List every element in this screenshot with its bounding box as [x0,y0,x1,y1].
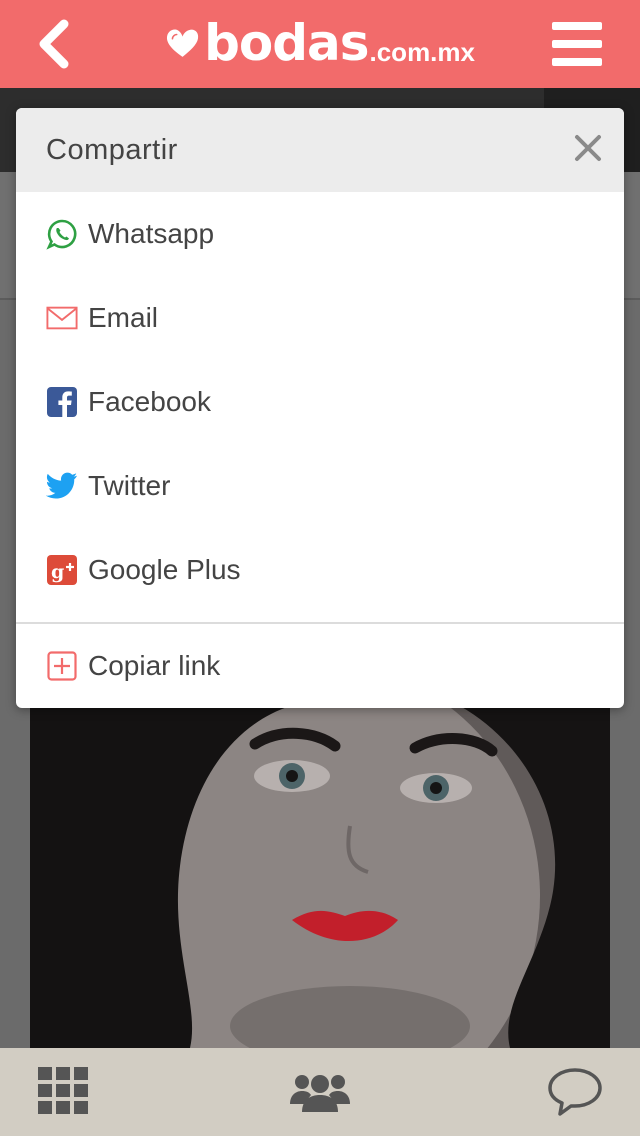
logo-tld-text: .com.mx [369,37,476,67]
chat-bubble-icon [548,1068,602,1116]
bottom-navigation [0,1048,640,1136]
copy-link-label: Copiar link [88,650,221,681]
share-option-label: Facebook [88,386,211,417]
share-option-label: Google Plus [88,554,241,585]
users-icon [290,1075,350,1112]
share-option-email[interactable]: Email [16,276,624,360]
twitter-icon [46,470,78,502]
share-dialog-title: Compartir [46,134,178,166]
chat-button[interactable] [546,1064,604,1120]
menu-button[interactable] [552,20,608,68]
share-option-google-plus[interactable]: g Google Plus [16,528,624,612]
share-option-facebook[interactable]: Facebook [16,360,624,444]
grid-icon [38,1067,88,1114]
top-bar: bodas .com.mx [0,0,640,88]
share-option-label: Email [88,302,159,333]
heart-logo-icon [166,29,199,57]
share-dialog: Compartir Whatsapp Email Facebook Twitte… [16,108,624,708]
portrait-image [30,706,610,1048]
whatsapp-icon [46,218,78,250]
chevron-left-icon [39,19,69,69]
google-plus-icon: g [46,554,78,586]
grid-button[interactable] [36,1064,92,1120]
facebook-icon [46,386,78,418]
menu-bar-bottom [552,58,602,66]
share-option-label: Twitter [88,470,171,501]
logo-brand-text: bodas [204,14,369,72]
close-button[interactable] [572,132,604,164]
share-option-twitter[interactable]: Twitter [16,444,624,528]
close-icon [575,135,601,161]
share-option-whatsapp[interactable]: Whatsapp [16,192,624,276]
menu-bar-middle [552,40,602,48]
bodas-logo[interactable]: bodas .com.mx [165,8,475,78]
copy-link-button[interactable]: Copiar link [16,624,624,708]
share-options-list: Whatsapp Email Facebook Twitter g Google… [16,192,624,612]
back-button[interactable] [24,14,84,74]
bride-photo [30,706,610,1048]
community-button[interactable] [286,1064,354,1120]
share-option-label: Whatsapp [88,218,215,249]
menu-bar-top [552,22,602,30]
svg-text:g: g [51,561,64,583]
email-icon [46,302,78,334]
share-dialog-header: Compartir [16,108,624,192]
plus-square-icon [46,650,78,682]
